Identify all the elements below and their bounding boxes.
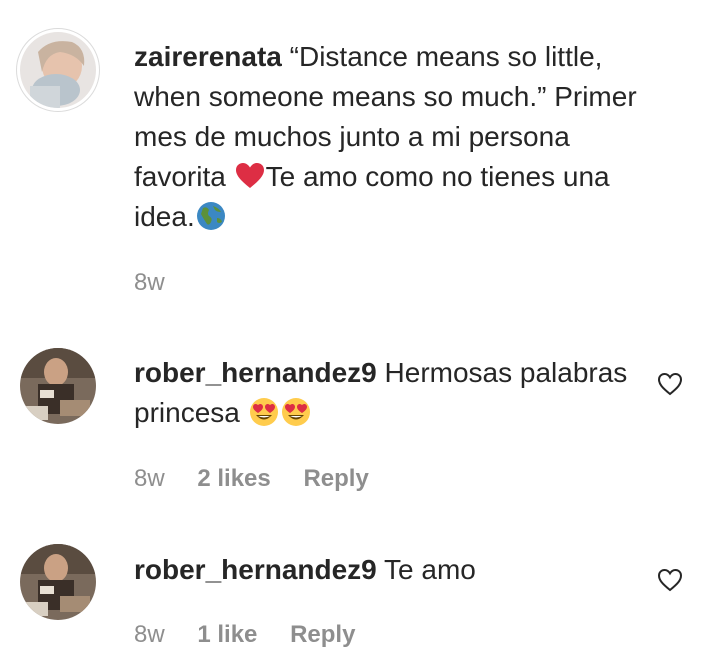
comment-body: rober_hernandez9 Hermosas palabras princ…: [134, 353, 654, 433]
red-heart-icon: [234, 160, 266, 192]
avatar[interactable]: [20, 544, 96, 620]
globe-icon: [195, 200, 227, 232]
comment-username[interactable]: zairerenata: [134, 41, 282, 72]
reply-button[interactable]: Reply: [303, 465, 368, 492]
heart-eyes-icon: [280, 396, 312, 428]
comment-likes[interactable]: 2 likes: [197, 465, 270, 492]
avatar[interactable]: [20, 348, 96, 424]
heart-eyes-icon: [248, 396, 280, 428]
avatar[interactable]: [20, 32, 96, 108]
comment-username[interactable]: rober_hernandez9: [134, 357, 377, 388]
comment-time[interactable]: 8w: [134, 465, 165, 492]
like-heart-icon[interactable]: [656, 566, 684, 594]
comment-meta: 8w: [134, 268, 191, 298]
comment-meta: 8w 1 like Reply: [134, 620, 381, 650]
comment-time[interactable]: 8w: [134, 621, 165, 648]
like-heart-icon[interactable]: [656, 370, 684, 398]
comment-meta: 8w 2 likes Reply: [134, 464, 395, 494]
comment-body: zairerenata “Distance means so little, w…: [134, 37, 654, 237]
comment-time[interactable]: 8w: [134, 269, 165, 296]
comment-likes[interactable]: 1 like: [197, 621, 257, 648]
comment-username[interactable]: rober_hernandez9: [134, 554, 377, 585]
comment-text: Te amo: [384, 554, 476, 585]
reply-button[interactable]: Reply: [290, 621, 355, 648]
comment-body: rober_hernandez9 Te amo: [134, 550, 654, 590]
